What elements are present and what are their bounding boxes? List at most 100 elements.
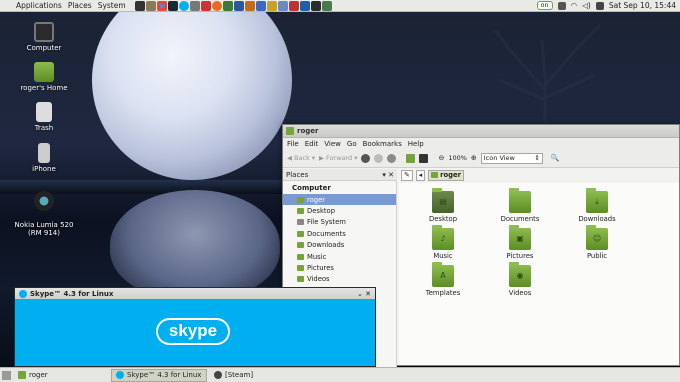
- impress-icon[interactable]: [244, 0, 255, 11]
- box-icon[interactable]: [277, 0, 288, 11]
- skype-icon[interactable]: [178, 0, 189, 11]
- show-desktop-icon[interactable]: [2, 370, 11, 380]
- desktop-icon-trash[interactable]: Trash: [4, 102, 84, 132]
- zoom-out-icon[interactable]: ⊖: [438, 154, 444, 162]
- phone-icon: [38, 143, 50, 163]
- pdf-icon[interactable]: [200, 0, 211, 11]
- folder-item-pictures[interactable]: ▣ Pictures: [492, 225, 548, 260]
- menu-bookmarks[interactable]: Bookmarks: [363, 140, 402, 148]
- wallpaper-moon: [92, 0, 292, 180]
- forward-button[interactable]: ▶ Forward ▾: [319, 154, 357, 162]
- folder-item-documents[interactable]: Documents: [492, 188, 548, 223]
- menu-system[interactable]: System: [95, 1, 129, 10]
- close-sidebar-icon[interactable]: ▾ ✕: [382, 171, 397, 179]
- path-bar: ✎ ◂ roger: [401, 169, 464, 181]
- edit-location-button[interactable]: ✎: [401, 169, 413, 181]
- back-button[interactable]: ◀ Back ▾: [287, 154, 315, 162]
- home-icon[interactable]: [406, 153, 416, 163]
- folder-item-templates[interactable]: A Templates: [415, 262, 471, 297]
- desktop-icon-label: roger's Home: [20, 84, 68, 92]
- menu-applications[interactable]: Applications: [0, 1, 65, 10]
- task-steam[interactable]: [Steam]: [209, 369, 258, 382]
- menu-view[interactable]: View: [324, 140, 341, 148]
- home-icon: [297, 196, 304, 203]
- folder-icon: [297, 265, 304, 272]
- home-icon: [431, 172, 439, 178]
- menu-file[interactable]: File: [287, 140, 299, 148]
- task-roger[interactable]: roger: [13, 369, 109, 382]
- path-button-current[interactable]: roger: [428, 169, 464, 181]
- reload-icon[interactable]: [387, 153, 397, 163]
- monitor-icon[interactable]: [255, 0, 266, 11]
- wifi-icon[interactable]: ◠: [571, 1, 578, 10]
- sidebar-item-filesystem[interactable]: File System: [283, 217, 396, 228]
- up-icon[interactable]: [361, 153, 371, 163]
- network-icon[interactable]: [321, 0, 332, 11]
- camera-icon[interactable]: [557, 1, 566, 10]
- task-skype[interactable]: Skype™ 4.3 for Linux: [111, 368, 207, 382]
- app-icon[interactable]: [310, 0, 321, 11]
- folder-icon: [297, 242, 304, 249]
- search-icon[interactable]: 🔍: [551, 154, 560, 162]
- file-view: ▤ Desktop Documents ⤓ Downloads ♪ Music ▣ Pi…: [399, 183, 679, 365]
- settings-icon[interactable]: [189, 0, 200, 11]
- folder-item-desktop[interactable]: ▤ Desktop: [415, 188, 471, 223]
- clock[interactable]: Sat Sep 10, 15:44: [609, 1, 676, 10]
- sidebar-item-roger[interactable]: roger: [283, 194, 396, 206]
- public-folder-icon: ☺: [586, 225, 608, 250]
- skype-icon: [116, 371, 124, 379]
- sidebar-item-desktop[interactable]: Desktop: [283, 205, 396, 216]
- menu-edit[interactable]: Edit: [305, 140, 319, 148]
- terminal-icon[interactable]: [134, 0, 145, 11]
- desktop-icon-nokia[interactable]: Nokia Lumia 520 (RM 914): [4, 183, 84, 237]
- computer-icon[interactable]: [419, 153, 429, 163]
- desktop-icon-computer[interactable]: Computer: [4, 22, 84, 52]
- firefox-icon[interactable]: [211, 0, 222, 11]
- steam-icon[interactable]: [167, 0, 178, 11]
- window-titlebar[interactable]: roger: [283, 125, 679, 138]
- virtualbox-icon[interactable]: [299, 0, 310, 11]
- desktop-icon-label: Nokia Lumia 520 (RM 914): [14, 221, 74, 237]
- desktop-icon-home[interactable]: roger's Home: [4, 62, 84, 92]
- desktop-icon-label: Trash: [34, 124, 54, 132]
- game-icon[interactable]: [266, 0, 277, 11]
- desktop-icon: [297, 208, 304, 215]
- panel-tray: on ◠ ◁) Sat Sep 10, 15:44: [536, 1, 680, 10]
- folder-item-downloads[interactable]: ⤓ Downloads: [569, 188, 625, 223]
- menu-help[interactable]: Help: [408, 140, 424, 148]
- spinner-icon: ⇕: [534, 154, 540, 162]
- sidebar-item-downloads[interactable]: Downloads: [283, 240, 396, 251]
- sidebar-item-pictures[interactable]: Pictures: [283, 262, 396, 273]
- writer-icon[interactable]: [233, 0, 244, 11]
- xchat-icon[interactable]: [288, 0, 299, 11]
- zoom-level: 100%: [448, 154, 467, 162]
- view-mode-select[interactable]: Icon View ⇕: [480, 152, 543, 164]
- arrow-right-icon: ▶: [319, 154, 325, 162]
- desktop-icon-iphone[interactable]: iPhone: [4, 143, 84, 173]
- music-folder-icon: ♪: [432, 225, 454, 250]
- sidebar-item-videos[interactable]: Videos: [283, 274, 396, 285]
- chrome-icon[interactable]: [156, 0, 167, 11]
- menu-go[interactable]: Go: [347, 140, 357, 148]
- stop-icon[interactable]: [374, 153, 384, 163]
- volume-icon[interactable]: ◁): [582, 1, 591, 10]
- folder-item-public[interactable]: ☺ Public: [569, 225, 625, 260]
- window-controls[interactable]: ⌄ ✕: [357, 290, 375, 298]
- path-scroll-left-button[interactable]: ◂: [415, 169, 426, 181]
- folder-item-videos[interactable]: ◉ Videos: [492, 262, 548, 297]
- sidebar-header-label[interactable]: Places: [286, 171, 308, 179]
- desktop-folder-icon: ▤: [432, 188, 454, 213]
- calc-icon[interactable]: [222, 0, 233, 11]
- sidebar-item-music[interactable]: Music: [283, 251, 396, 262]
- zoom-in-icon[interactable]: ⊕: [471, 154, 477, 162]
- battery-icon[interactable]: [595, 1, 604, 10]
- skype-icon: [19, 289, 27, 298]
- bottom-taskbar: roger Skype™ 4.3 for Linux [Steam]: [0, 367, 680, 382]
- menu-places[interactable]: Places: [65, 1, 95, 10]
- skype-titlebar[interactable]: Skype™ 4.3 for Linux ⌄ ✕: [15, 288, 375, 299]
- indicator-pill[interactable]: on: [536, 1, 553, 10]
- wallpaper-moon-reflection: [110, 190, 280, 300]
- sidebar-item-documents[interactable]: Documents: [283, 228, 396, 239]
- folder-item-music[interactable]: ♪ Music: [415, 225, 471, 260]
- files-icon[interactable]: [145, 0, 156, 11]
